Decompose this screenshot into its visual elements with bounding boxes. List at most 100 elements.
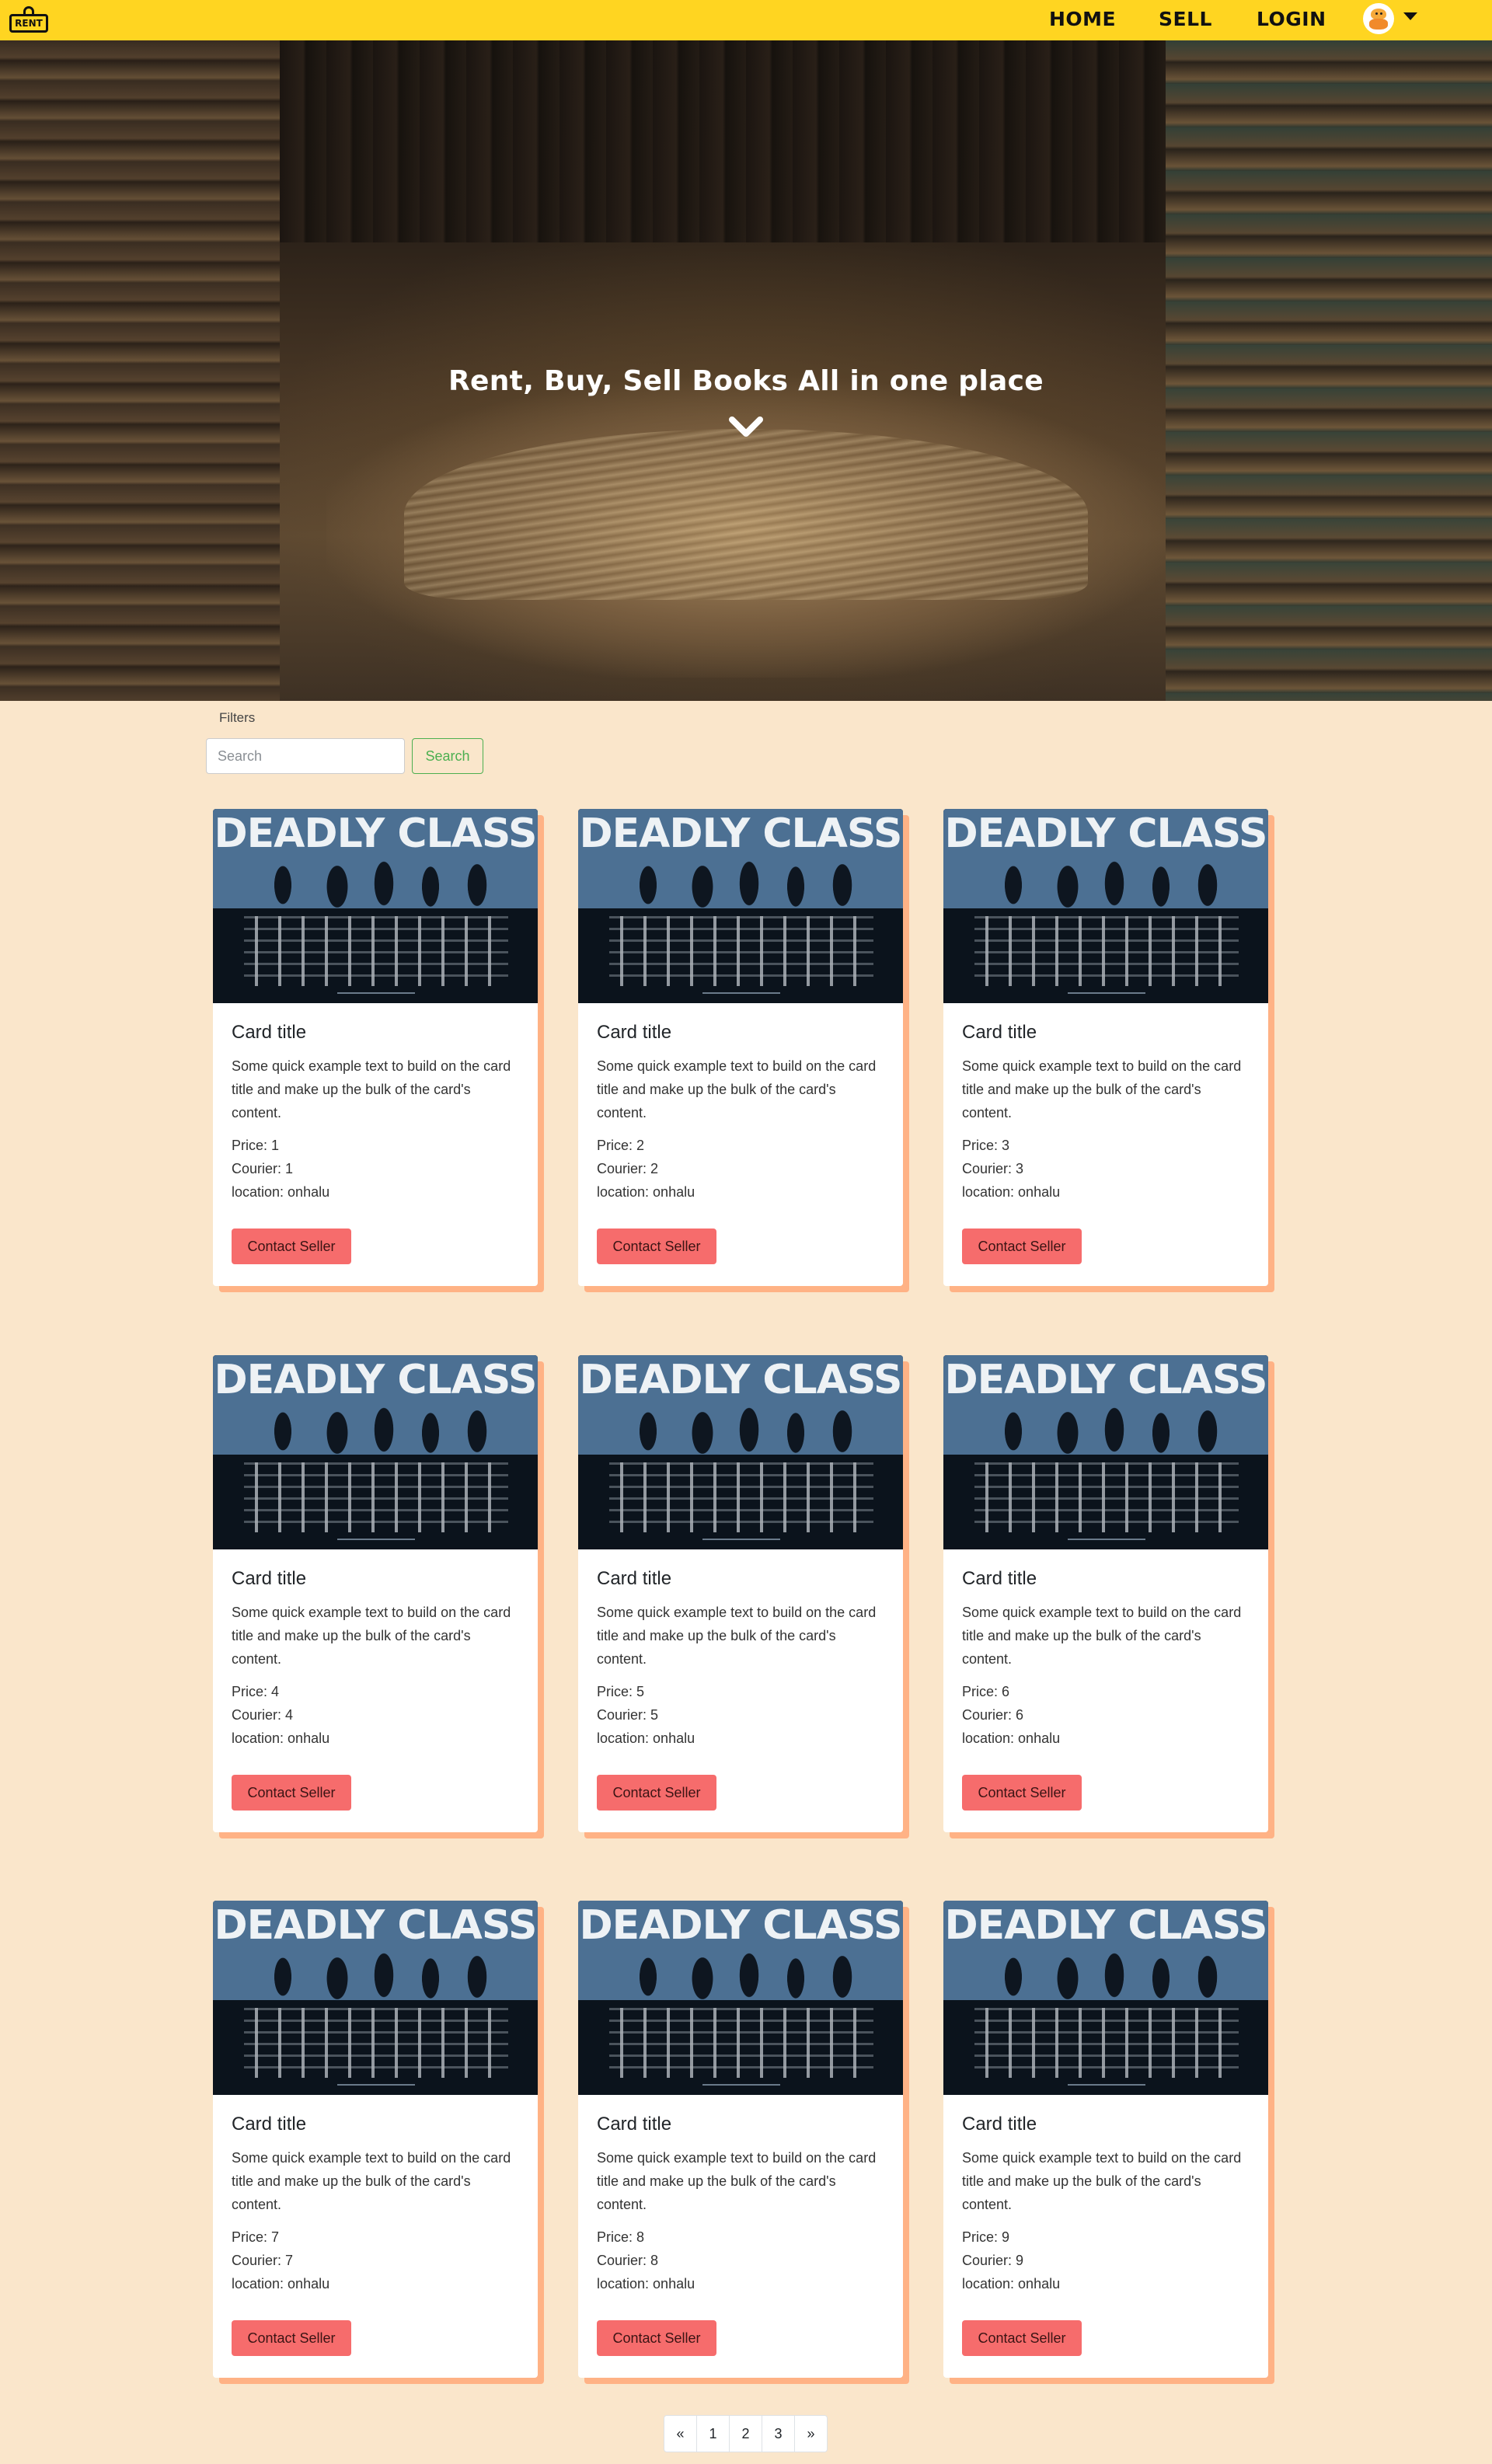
book-cover-image: DEADLY CLASS xyxy=(943,1901,1268,2095)
book-cover-image: DEADLY CLASS xyxy=(578,1901,903,2095)
book-cover-image: DEADLY CLASS xyxy=(213,809,538,1003)
book-card: DEADLY CLASS Card title Some quick example… xyxy=(578,1355,909,1838)
card-meta: Price: 5 Courier: 5 location: onhalu xyxy=(597,1680,695,1750)
cover-reflection xyxy=(609,1462,873,1532)
contact-seller-button[interactable]: Contact Seller xyxy=(232,1775,351,1811)
cover-reflection xyxy=(974,2008,1239,2078)
card-courier: Courier: 3 xyxy=(962,1161,1024,1176)
card-location: location: onhalu xyxy=(962,1730,1061,1746)
card-meta: Price: 2 Courier: 2 location: onhalu xyxy=(597,1134,695,1204)
cover-title: DEADLY CLASS xyxy=(214,1902,538,1949)
cover-reflection xyxy=(244,1462,508,1532)
cover-reflection xyxy=(609,916,873,986)
card-body: DEADLY CLASS Card title Some quick example… xyxy=(213,1901,538,2378)
hero-bg-shelf xyxy=(280,40,1166,242)
card-body: DEADLY CLASS Card title Some quick example… xyxy=(943,809,1268,1286)
card-price: Price: 8 xyxy=(597,2229,645,2245)
contact-seller-button[interactable]: Contact Seller xyxy=(232,2320,351,2356)
nav-link-sell[interactable]: SELL xyxy=(1159,8,1212,30)
filters-label: Filters xyxy=(219,710,256,725)
nav-link-login[interactable]: LOGIN xyxy=(1257,8,1326,30)
cover-credit-line xyxy=(943,992,1268,994)
cover-title: DEADLY CLASS xyxy=(579,1902,903,1949)
pagination-page-2[interactable]: 2 xyxy=(730,2416,762,2452)
book-card: DEADLY CLASS Card title Some quick example… xyxy=(943,1355,1274,1838)
book-card: DEADLY CLASS Card title Some quick example… xyxy=(213,809,544,1292)
book-card: DEADLY CLASS Card title Some quick example… xyxy=(578,1901,909,2384)
pagination-next[interactable]: » xyxy=(795,2416,827,2452)
cover-credit-line xyxy=(943,1539,1268,1540)
card-courier: Courier: 7 xyxy=(232,2253,294,2268)
contact-seller-button[interactable]: Contact Seller xyxy=(597,2320,716,2356)
avatar-part xyxy=(1375,12,1378,15)
card-text: Some quick example text to build on the … xyxy=(232,1605,511,1667)
cover-figures xyxy=(982,1392,1231,1470)
search-input[interactable] xyxy=(206,738,405,774)
card-price: Price: 5 xyxy=(597,1684,645,1699)
contact-seller-button[interactable]: Contact Seller xyxy=(597,1229,716,1264)
cover-credit-line xyxy=(213,1539,538,1540)
card-courier: Courier: 5 xyxy=(597,1707,659,1723)
card-body: DEADLY CLASS Card title Some quick example… xyxy=(943,1355,1268,1832)
cover-figures xyxy=(982,1938,1231,2016)
pagination-prev[interactable]: « xyxy=(664,2416,697,2452)
book-card: DEADLY CLASS Card title Some quick example… xyxy=(213,1355,544,1838)
pagination-page-3[interactable]: 3 xyxy=(762,2416,795,2452)
card-text: Some quick example text to build on the … xyxy=(962,1605,1242,1667)
card-body: DEADLY CLASS Card title Some quick example… xyxy=(578,809,903,1286)
logo-icon[interactable]: RENT xyxy=(9,6,50,34)
hero-bg-pages xyxy=(404,429,1088,600)
cover-credit-line xyxy=(213,992,538,994)
card-courier: Courier: 4 xyxy=(232,1707,294,1723)
contact-seller-button[interactable]: Contact Seller xyxy=(232,1229,351,1264)
user-avatar[interactable] xyxy=(1363,3,1394,34)
cover-title: DEADLY CLASS xyxy=(944,810,1268,857)
book-card: DEADLY CLASS Card title Some quick example… xyxy=(943,1901,1274,2384)
cover-title: DEADLY CLASS xyxy=(214,1357,538,1403)
pagination: « 1 2 3 » xyxy=(664,2415,828,2452)
card-title: Card title xyxy=(232,2114,307,2135)
cover-title: DEADLY CLASS xyxy=(214,810,538,857)
card-body: DEADLY CLASS Card title Some quick example… xyxy=(578,1901,903,2378)
card-text: Some quick example text to build on the … xyxy=(232,2150,511,2212)
book-card: DEADLY CLASS Card title Some quick example… xyxy=(943,809,1274,1292)
card-meta: Price: 4 Courier: 4 location: onhalu xyxy=(232,1680,329,1750)
avatar-part xyxy=(1380,12,1382,15)
navbar: RENT HOME SELL LOGIN xyxy=(0,0,1492,40)
book-cover-image: DEADLY CLASS xyxy=(943,809,1268,1003)
contact-seller-button[interactable]: Contact Seller xyxy=(962,2320,1082,2356)
card-title: Card title xyxy=(597,1022,672,1043)
card-title: Card title xyxy=(962,1568,1037,1589)
card-body: DEADLY CLASS Card title Some quick example… xyxy=(213,1355,538,1832)
chevron-down-icon[interactable] xyxy=(727,413,765,441)
cover-title: DEADLY CLASS xyxy=(944,1357,1268,1403)
book-cover-image: DEADLY CLASS xyxy=(943,1355,1268,1549)
search-button[interactable]: Search xyxy=(412,738,483,774)
cover-reflection xyxy=(244,916,508,986)
cover-reflection xyxy=(244,2008,508,2078)
caret-down-icon[interactable] xyxy=(1403,12,1417,20)
contact-seller-button[interactable]: Contact Seller xyxy=(962,1775,1082,1811)
card-text: Some quick example text to build on the … xyxy=(962,1058,1242,1120)
nav-link-home[interactable]: HOME xyxy=(1049,8,1116,30)
card-price: Price: 3 xyxy=(962,1138,1010,1153)
cover-reflection xyxy=(974,1462,1239,1532)
contact-seller-button[interactable]: Contact Seller xyxy=(962,1229,1082,1264)
card-location: location: onhalu xyxy=(962,1184,1061,1200)
card-courier: Courier: 8 xyxy=(597,2253,659,2268)
card-text: Some quick example text to build on the … xyxy=(232,1058,511,1120)
card-courier: Courier: 6 xyxy=(962,1707,1024,1723)
cover-figures xyxy=(252,1938,500,2016)
card-courier: Courier: 2 xyxy=(597,1161,659,1176)
contact-seller-button[interactable]: Contact Seller xyxy=(597,1775,716,1811)
card-price: Price: 6 xyxy=(962,1684,1010,1699)
book-card: DEADLY CLASS Card title Some quick example… xyxy=(578,809,909,1292)
logo-text: RENT xyxy=(9,14,48,33)
book-cover-image: DEADLY CLASS xyxy=(578,1355,903,1549)
cover-credit-line xyxy=(213,2084,538,2086)
cover-figures xyxy=(617,1392,866,1470)
card-courier: Courier: 9 xyxy=(962,2253,1024,2268)
hero-title: Rent, Buy, Sell Books All in one place xyxy=(448,365,1044,397)
pagination-page-1[interactable]: 1 xyxy=(697,2416,730,2452)
book-cover-image: DEADLY CLASS xyxy=(213,1901,538,2095)
